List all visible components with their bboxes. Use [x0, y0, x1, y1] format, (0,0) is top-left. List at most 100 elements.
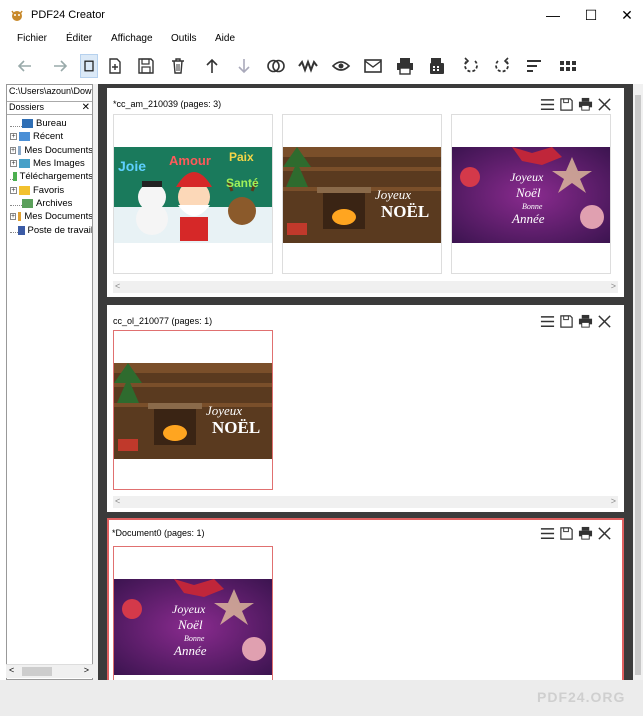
annee-word: Année: [173, 643, 207, 658]
doc-save-button[interactable]: [558, 313, 574, 329]
doc-save-button[interactable]: [558, 96, 574, 112]
save-icon: [138, 58, 154, 74]
forward-button[interactable]: [48, 54, 72, 78]
documents-scroll-thumb[interactable]: [635, 95, 641, 675]
print-icon: [578, 526, 592, 540]
hamburger-icon: [540, 315, 554, 327]
scroll-right-arrow[interactable]: >: [84, 665, 89, 675]
expand-icon[interactable]: +: [10, 146, 17, 154]
page-thumbnail[interactable]: Joie Amour Paix Santé: [113, 114, 273, 274]
hamburger-icon: [540, 98, 554, 110]
folder-label: Téléchargements: [19, 171, 93, 183]
minimize-button[interactable]: —: [534, 0, 572, 30]
joyeux-word: Joyeux: [510, 170, 544, 184]
expand-icon[interactable]: +: [10, 186, 17, 194]
joie-word: Joie: [118, 158, 146, 174]
document-card[interactable]: cc_ol_210077 (pages: 1) Joyeux NOËL < >: [107, 305, 624, 512]
page-thumbnail[interactable]: Joyeux NOËL: [282, 114, 442, 274]
folder-tree-item[interactable]: Archives: [7, 197, 92, 210]
back-button[interactable]: [13, 54, 37, 78]
folder-panel: C:\Users\azoun\Downloads Dossiers ✕ Bure…: [6, 84, 93, 680]
back-icon: [17, 60, 31, 72]
move-up-button[interactable]: [200, 54, 224, 78]
folder-tree-item[interactable]: + Favoris: [7, 183, 92, 196]
menu-button[interactable]: [539, 313, 555, 329]
merge-button[interactable]: [264, 54, 288, 78]
print-icon: [578, 314, 592, 328]
scroll-right-arrow[interactable]: >: [611, 496, 616, 506]
sort-button[interactable]: [522, 54, 546, 78]
current-path[interactable]: C:\Users\azoun\Downloads: [7, 85, 92, 99]
close-button[interactable]: ✕: [608, 0, 643, 30]
document-card[interactable]: *Document0 (pages: 1) Joyeux Noël Bonne …: [107, 518, 624, 680]
split-button[interactable]: [296, 54, 320, 78]
folder-tree-item[interactable]: + Mes Documents: [7, 144, 92, 157]
page-thumbnail[interactable]: Joyeux NOËL: [113, 330, 273, 490]
scroll-left-arrow[interactable]: <: [115, 281, 120, 291]
fax-button[interactable]: [425, 54, 449, 78]
doc-close-button[interactable]: [596, 96, 612, 112]
close-folders-button[interactable]: ✕: [82, 102, 90, 113]
pages-scrollbar[interactable]: < >: [113, 496, 618, 508]
folder-icon: [18, 212, 22, 222]
save-icon: [559, 314, 573, 328]
menu-fichier[interactable]: Fichier: [17, 33, 47, 44]
scroll-thumb[interactable]: [22, 667, 52, 676]
save-button[interactable]: [134, 54, 158, 78]
menu-aide[interactable]: Aide: [215, 33, 235, 44]
menu-affichage[interactable]: Affichage: [111, 33, 153, 44]
folder-tree-item[interactable]: Bureau: [7, 117, 92, 130]
page-thumbnail[interactable]: Joyeux Noël Bonne Année: [113, 546, 273, 680]
rotate-left-button[interactable]: [459, 54, 483, 78]
maximize-button[interactable]: ☐: [572, 0, 610, 30]
folder-tree-item[interactable]: + Récent: [7, 130, 92, 143]
folder-icon: [18, 145, 22, 155]
folder-icon: [19, 132, 30, 142]
document-card[interactable]: *cc_am_210039 (pages: 3) Joie Amour Paix…: [107, 88, 624, 297]
grid-view-button[interactable]: [556, 54, 580, 78]
menu-outils[interactable]: Outils: [171, 33, 197, 44]
christmas-joie-image: Joie Amour Paix Santé: [114, 147, 272, 243]
save-icon: [559, 97, 573, 111]
folder-tree-item[interactable]: Téléchargements: [7, 170, 93, 183]
folder-icon: [13, 172, 17, 182]
expand-icon[interactable]: +: [10, 133, 17, 141]
doc-save-button[interactable]: [558, 525, 574, 541]
folder-tree: Bureau + Récent + Mes Documents + Mes Images Té…: [7, 117, 93, 237]
doc-close-button[interactable]: [596, 525, 612, 541]
page-thumbnail[interactable]: Joyeux Noël Bonne Année: [451, 114, 611, 274]
folder-tree-item[interactable]: Poste de travail: [7, 223, 92, 236]
doc-close-button[interactable]: [596, 313, 612, 329]
folder-tree-item[interactable]: + Mes Images: [7, 157, 92, 170]
menu-editer[interactable]: Éditer: [66, 33, 92, 44]
merge-icon: [267, 59, 285, 73]
folder-tree-item[interactable]: + Mes Documents: [7, 210, 92, 223]
email-button[interactable]: [361, 54, 385, 78]
expand-icon[interactable]: +: [10, 160, 17, 168]
doc-print-button[interactable]: [577, 313, 593, 329]
doc-print-button[interactable]: [577, 96, 593, 112]
print-button[interactable]: [393, 54, 417, 78]
christmas-annee-image: Joyeux Noël Bonne Année: [452, 147, 610, 243]
scroll-left-arrow[interactable]: <: [115, 496, 120, 506]
document-title: *cc_am_210039 (pages: 3): [113, 99, 222, 109]
close-icon: [597, 97, 611, 111]
christmas-annee-image: Joyeux Noël Bonne Année: [114, 579, 272, 675]
folder-panel-scrollbar[interactable]: < >: [6, 664, 93, 678]
new-document-button[interactable]: [103, 54, 127, 78]
preview-button[interactable]: [329, 54, 353, 78]
expand-icon[interactable]: +: [10, 213, 17, 221]
menu-button[interactable]: [539, 96, 555, 112]
doc-print-button[interactable]: [577, 525, 593, 541]
menu-button[interactable]: [539, 525, 555, 541]
rotate-right-button[interactable]: [490, 54, 514, 78]
email-icon: [364, 59, 382, 73]
folders-header: Dossiers ✕: [7, 101, 92, 115]
scroll-left-arrow[interactable]: <: [9, 665, 14, 675]
document-title: *Document0 (pages: 1): [112, 528, 205, 538]
pages-scrollbar[interactable]: < >: [113, 281, 618, 293]
delete-button[interactable]: [166, 54, 190, 78]
view-toggle-button[interactable]: [80, 54, 98, 78]
move-down-button[interactable]: [232, 54, 256, 78]
scroll-right-arrow[interactable]: >: [611, 281, 616, 291]
